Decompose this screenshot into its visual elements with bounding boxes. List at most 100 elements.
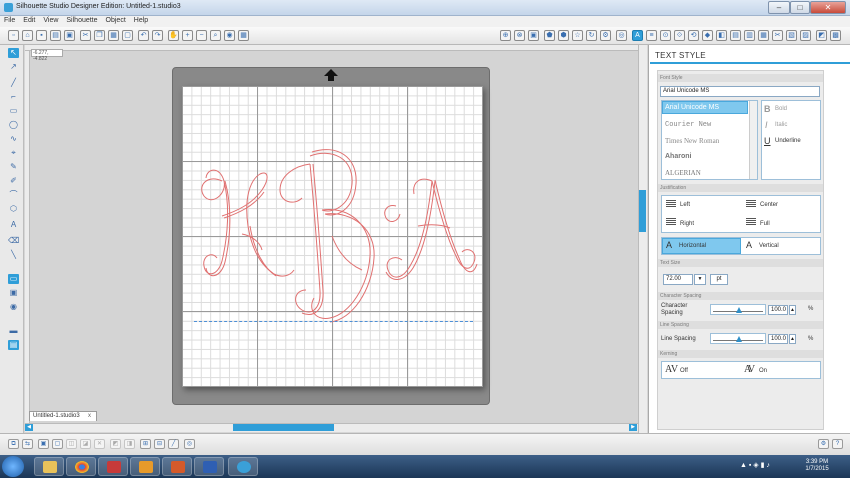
- maximize-button[interactable]: □: [790, 1, 810, 14]
- vertical-scrollbar[interactable]: [638, 45, 647, 433]
- save-icon[interactable]: ▪: [36, 30, 47, 41]
- fit-icon[interactable]: ◉: [224, 30, 235, 41]
- taskbar-outlook[interactable]: [130, 457, 160, 476]
- system-tray-icons[interactable]: ▲ ▪ ◈ ▮ ♪: [740, 461, 770, 469]
- offset-icon[interactable]: ⟐: [674, 30, 685, 41]
- menu-view[interactable]: View: [39, 16, 62, 25]
- copy-icon[interactable]: ❐: [94, 30, 105, 41]
- horizontal-label[interactable]: Horizontal: [679, 243, 706, 249]
- menu-edit[interactable]: Edit: [19, 16, 39, 25]
- paste-icon[interactable]: ▦: [108, 30, 119, 41]
- library-tool-icon[interactable]: ◉: [8, 302, 19, 312]
- italic-icon[interactable]: I: [765, 120, 768, 130]
- ungroup-bottom-icon[interactable]: ▢: [52, 439, 63, 449]
- redo-icon[interactable]: ↷: [152, 30, 163, 41]
- clear-icon[interactable]: ▢: [122, 30, 133, 41]
- menu-silhouette[interactable]: Silhouette: [62, 16, 101, 25]
- transform-icon[interactable]: ⟲: [688, 30, 699, 41]
- replicate-icon[interactable]: ⊙: [660, 30, 671, 41]
- help-icon[interactable]: ?: [832, 439, 843, 449]
- zoom-out-icon[interactable]: −: [196, 30, 207, 41]
- delete-icon[interactable]: ✕: [94, 439, 105, 449]
- select-tool-icon[interactable]: ↖: [8, 48, 19, 58]
- justify-center-label[interactable]: Center: [760, 202, 778, 208]
- line-style-icon[interactable]: ▤: [730, 30, 741, 41]
- select-all-icon[interactable]: ▣: [528, 30, 539, 41]
- text-size-dropdown-icon[interactable]: ▼: [694, 274, 706, 285]
- line-tool-icon[interactable]: ╱: [8, 78, 19, 88]
- group-icon[interactable]: ⊕: [500, 30, 511, 41]
- preferences-icon[interactable]: ⚙: [818, 439, 829, 449]
- document-tab[interactable]: Untitled-1.studio3 x: [29, 411, 97, 421]
- justify-full-icon[interactable]: [746, 218, 756, 226]
- rectangle-tool-icon[interactable]: ▭: [8, 106, 19, 116]
- knife-bottom-icon[interactable]: ╱: [168, 439, 179, 449]
- font-list-scrollbar[interactable]: [749, 101, 757, 179]
- knife-tool-icon[interactable]: ╲: [8, 250, 19, 260]
- justify-center-icon[interactable]: [746, 200, 756, 208]
- minimize-button[interactable]: –: [768, 1, 790, 14]
- curve-tool-icon[interactable]: ∿: [8, 134, 19, 144]
- offset-bottom-icon[interactable]: ◎: [184, 439, 195, 449]
- bold-label[interactable]: Bold: [775, 106, 787, 112]
- send-to-cutter-icon[interactable]: ▤: [8, 340, 19, 350]
- kerning-on-icon[interactable]: AV: [744, 364, 755, 375]
- taskbar-clock[interactable]: 3:39 PM 1/7/2015: [797, 459, 837, 473]
- kerning-off-label[interactable]: Off: [680, 368, 688, 374]
- regular-polygon-icon[interactable]: ⬡: [8, 204, 19, 214]
- horizontal-scroll-thumb[interactable]: [233, 424, 334, 431]
- send-back-icon[interactable]: ◨: [124, 439, 135, 449]
- layers-icon[interactable]: ▧: [786, 30, 797, 41]
- weld-icon[interactable]: ⊞: [140, 439, 151, 449]
- settings-icon[interactable]: ⚙: [600, 30, 611, 41]
- zoom-in-icon[interactable]: +: [182, 30, 193, 41]
- gradient-icon[interactable]: ▥: [744, 30, 755, 41]
- close-button[interactable]: ✕: [810, 1, 846, 14]
- monogram-text-object[interactable]: [182, 86, 483, 387]
- polyshape-tool-icon[interactable]: ⌖: [8, 148, 19, 158]
- character-spacing-stepper-icon[interactable]: ▲: [789, 305, 796, 315]
- page-setup-icon[interactable]: ▭: [8, 274, 19, 284]
- modify-icon[interactable]: ⊟: [154, 439, 165, 449]
- line-color-icon[interactable]: ◧: [716, 30, 727, 41]
- text-tool-icon[interactable]: A: [8, 220, 19, 230]
- vertical-scroll-thumb[interactable]: [639, 190, 646, 232]
- cut-settings-icon[interactable]: ✂: [772, 30, 783, 41]
- freehand-tool-icon[interactable]: ✎: [8, 162, 19, 172]
- point-edit-icon[interactable]: ↗: [8, 62, 19, 72]
- character-spacing-knob[interactable]: [736, 307, 742, 313]
- cut-window-icon[interactable]: ▬: [8, 326, 19, 336]
- open-file-icon[interactable]: ⌂: [22, 30, 33, 41]
- font-item-courier-new[interactable]: Courier New: [665, 121, 711, 129]
- arc-tool-icon[interactable]: ⌒: [8, 190, 19, 200]
- mirror-icon[interactable]: ⇆: [22, 439, 33, 449]
- underline-icon[interactable]: U: [764, 136, 771, 146]
- pan-icon[interactable]: ✋: [168, 30, 179, 41]
- registration-icon[interactable]: ▨: [800, 30, 811, 41]
- taskbar-word[interactable]: [194, 457, 224, 476]
- italic-label[interactable]: Italic: [775, 122, 787, 128]
- document-tab-close-icon[interactable]: x: [88, 412, 91, 421]
- justify-right-label[interactable]: Right: [680, 221, 694, 227]
- justify-left-label[interactable]: Left: [680, 202, 690, 208]
- kerning-off-icon[interactable]: AV: [665, 364, 678, 375]
- menu-help[interactable]: Help: [130, 16, 152, 25]
- line-spacing-input[interactable]: 100.0: [768, 334, 788, 344]
- star-icon[interactable]: ☆: [572, 30, 583, 41]
- font-item-arial-unicode[interactable]: Arial Unicode MS: [665, 104, 719, 111]
- zoom-box-icon[interactable]: ⌕: [210, 30, 221, 41]
- taskbar-silhouette[interactable]: [228, 457, 258, 476]
- fill-icon[interactable]: ◆: [702, 30, 713, 41]
- print-icon[interactable]: ▤: [50, 30, 61, 41]
- vertical-text-icon[interactable]: A: [746, 240, 752, 250]
- text-size-input[interactable]: 72.00: [663, 274, 693, 285]
- text-style-icon[interactable]: A: [632, 30, 643, 41]
- send-icon[interactable]: ▣: [64, 30, 75, 41]
- undo-icon[interactable]: ↶: [138, 30, 149, 41]
- line-spacing-slider[interactable]: [710, 333, 766, 344]
- start-button[interactable]: [2, 456, 24, 477]
- pentagon-icon[interactable]: ⬟: [544, 30, 555, 41]
- scroll-right-icon[interactable]: ▶: [629, 424, 637, 431]
- justify-full-label[interactable]: Full: [760, 221, 770, 227]
- justify-left-icon[interactable]: [666, 200, 676, 208]
